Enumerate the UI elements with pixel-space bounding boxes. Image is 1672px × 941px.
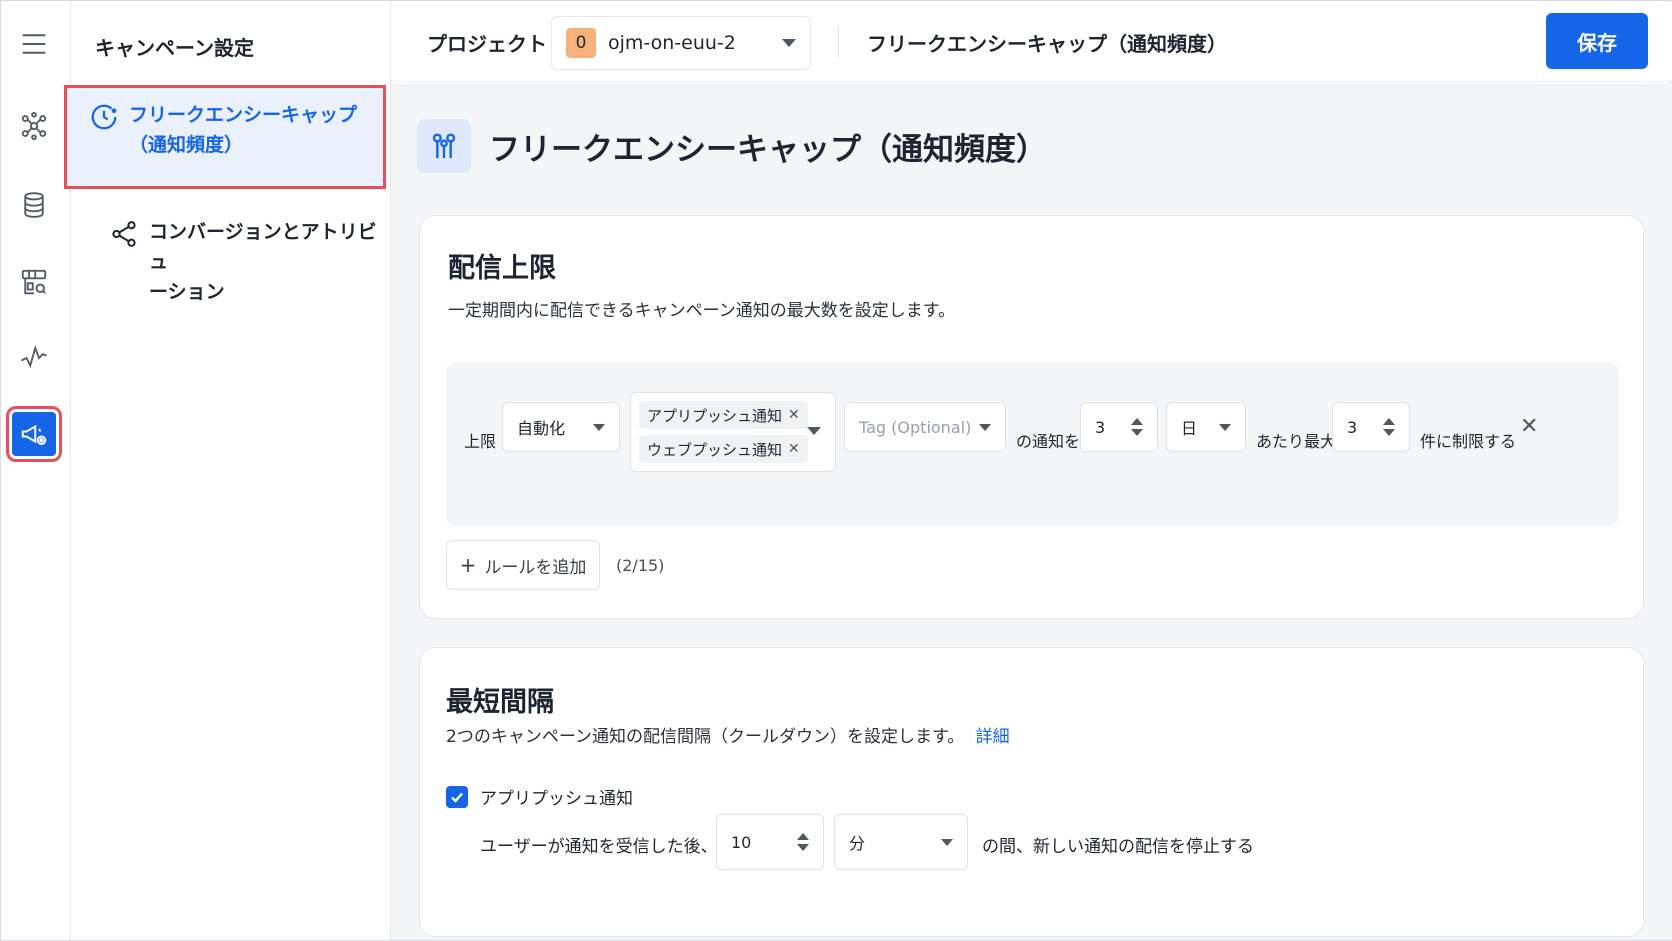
add-rule-button[interactable]: + ルールを追加 bbox=[446, 540, 600, 590]
tag-select[interactable]: Tag (Optional) bbox=[844, 402, 1006, 452]
check-icon bbox=[451, 792, 463, 803]
menu-title: キャンペーン設定 bbox=[95, 36, 254, 60]
header-title: フリークエンシーキャップ（通知頻度） bbox=[867, 32, 1227, 56]
tag-label: アプリプッシュ通知 bbox=[647, 406, 783, 425]
clock-icon bbox=[89, 102, 119, 132]
period-unit-value: 日 bbox=[1181, 419, 1198, 438]
rule-row: 上限 自動化 アプリプッシュ通知 ✕ ウェブプッシュ通知 ✕ Tag (Opti… bbox=[446, 362, 1619, 526]
chevron-down-icon bbox=[807, 427, 821, 435]
add-rule-label: ルールを追加 bbox=[484, 557, 587, 578]
chevron-down-icon bbox=[979, 423, 991, 431]
share-icon bbox=[109, 219, 139, 249]
app-push-checkbox-row[interactable]: アプリプッシュ通知 bbox=[446, 784, 633, 809]
chevron-down-icon bbox=[941, 838, 953, 846]
app-push-label: アプリプッシュ通知 bbox=[480, 789, 633, 809]
main-content: フリークエンシーキャップ（通知頻度） 配信上限 一定期間内に配信できるキャンペー… bbox=[391, 83, 1672, 940]
header-divider bbox=[838, 26, 839, 58]
close-icon[interactable]: ✕ bbox=[788, 441, 800, 457]
min-interval-description: 2つのキャンペーン通知の配信間隔（クールダウン）を設定します。 詳細 bbox=[446, 722, 1010, 747]
min-interval-card: 最短間隔 2つのキャンペーン通知の配信間隔（クールダウン）を設定します。 詳細 … bbox=[419, 647, 1644, 937]
close-icon[interactable]: ✕ bbox=[788, 407, 800, 423]
plus-icon: + bbox=[459, 553, 477, 577]
chevron-down-icon bbox=[782, 39, 796, 47]
after-receive-label: ユーザーが通知を受信した後、 bbox=[480, 837, 718, 857]
menu-item-label: フリークエンシーキャップ bbox=[129, 104, 358, 126]
icon-rail bbox=[2, 2, 71, 940]
tag-chip: アプリプッシュ通知 ✕ bbox=[639, 401, 808, 429]
interval-unit-value: 分 bbox=[849, 834, 866, 853]
project-select[interactable]: 0 ojm-on-euu-2 bbox=[551, 16, 811, 70]
notifications-label: の通知を bbox=[1016, 432, 1081, 451]
stepper-arrows-icon[interactable] bbox=[797, 833, 809, 851]
delivery-limit-description: 一定期間内に配信できるキャンペーン通知の最大数を設定します。 bbox=[448, 301, 956, 321]
chevron-down-icon bbox=[1219, 423, 1231, 431]
type-value: 自動化 bbox=[517, 419, 566, 438]
details-link[interactable]: 詳細 bbox=[976, 727, 1010, 747]
min-interval-title: 最短間隔 bbox=[446, 687, 554, 718]
remove-rule-close-icon[interactable]: ✕ bbox=[1520, 414, 1538, 439]
menu-icon[interactable] bbox=[12, 22, 56, 66]
page-title: フリークエンシーキャップ（通知頻度） bbox=[489, 131, 1047, 168]
min-interval-description-text: 2つのキャンペーン通知の配信間隔（クールダウン）を設定します。 bbox=[446, 727, 965, 747]
limit-to-label: 件に制限する bbox=[1420, 432, 1517, 451]
period-unit-select[interactable]: 日 bbox=[1166, 402, 1246, 452]
channel-multiselect[interactable]: アプリプッシュ通知 ✕ ウェブプッシュ通知 ✕ bbox=[630, 392, 836, 472]
period-count-value: 3 bbox=[1095, 417, 1106, 437]
max-count-value: 3 bbox=[1347, 417, 1358, 437]
menu-item-frequency-cap[interactable]: フリークエンシーキャップ （通知頻度） bbox=[64, 85, 386, 189]
project-name: ojm-on-euu-2 bbox=[608, 32, 736, 54]
stepper-arrows-icon[interactable] bbox=[1131, 418, 1143, 436]
tag-placeholder: Tag (Optional) bbox=[859, 417, 972, 437]
interval-stepper[interactable]: 10 bbox=[716, 814, 824, 870]
frequency-cap-icon bbox=[417, 119, 471, 173]
stepper-arrows-icon[interactable] bbox=[1383, 418, 1395, 436]
chevron-down-icon bbox=[593, 423, 605, 431]
menu-item-conversion[interactable]: コンバージョンとアトリビュ ーション bbox=[87, 205, 387, 319]
tag-chip: ウェブプッシュ通知 ✕ bbox=[639, 435, 808, 463]
stop-delivery-label: の間、新しい通知の配信を停止する bbox=[982, 837, 1254, 857]
store-icon[interactable] bbox=[12, 260, 56, 304]
limit-label: 上限 bbox=[464, 432, 497, 451]
save-button[interactable]: 保存 bbox=[1546, 13, 1648, 69]
tag-label: ウェブプッシュ通知 bbox=[647, 440, 783, 459]
project-badge: 0 bbox=[566, 28, 596, 58]
interval-unit-select[interactable]: 分 bbox=[834, 814, 968, 870]
delivery-limit-card: 配信上限 一定期間内に配信できるキャンペーン通知の最大数を設定します。 上限 自… bbox=[419, 215, 1644, 619]
period-count-stepper[interactable]: 3 bbox=[1080, 402, 1158, 452]
interval-value: 10 bbox=[731, 832, 752, 852]
type-select[interactable]: 自動化 bbox=[502, 402, 620, 452]
database-icon[interactable] bbox=[12, 183, 56, 227]
analytics-icon[interactable] bbox=[12, 336, 56, 380]
menu-item-label-line2: （通知頻度） bbox=[129, 134, 244, 156]
top-header: プロジェクト 0 ojm-on-euu-2 フリークエンシーキャップ（通知頻度）… bbox=[391, 2, 1672, 82]
page-heading: フリークエンシーキャップ（通知頻度） bbox=[417, 119, 1047, 173]
delivery-limit-title: 配信上限 bbox=[448, 253, 556, 284]
rule-count: (2/15) bbox=[616, 556, 665, 575]
network-icon[interactable] bbox=[12, 104, 56, 148]
app-frame: キャンペーン設定 フリークエンシーキャップ （通知頻度） コンバージョンとアトリ… bbox=[0, 0, 1672, 941]
campaign-settings-icon[interactable] bbox=[6, 406, 62, 462]
menu-item-label: コンバージョンとアトリビュ bbox=[149, 221, 377, 273]
max-count-stepper[interactable]: 3 bbox=[1332, 402, 1410, 452]
per-max-label: あたり最大 bbox=[1256, 432, 1337, 451]
project-label: プロジェクト bbox=[427, 32, 547, 56]
app-push-checkbox[interactable] bbox=[446, 785, 468, 808]
menu-item-label-line2: ーション bbox=[149, 281, 225, 303]
